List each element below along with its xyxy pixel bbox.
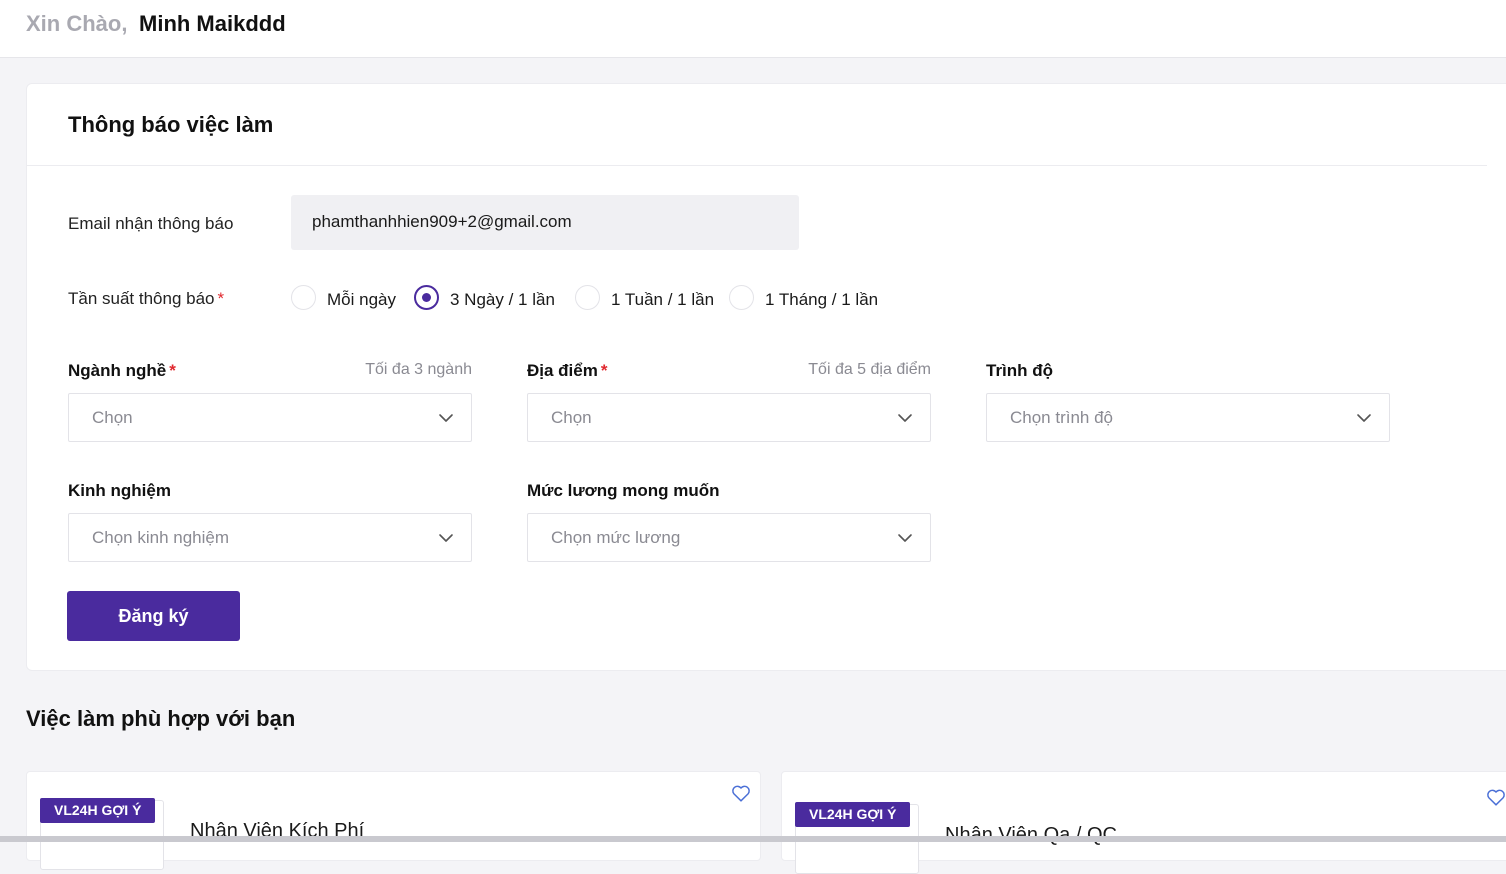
radio-monthly-label[interactable]: 1 Tháng / 1 lần (765, 290, 878, 310)
heart-icon[interactable] (1485, 786, 1506, 808)
industry-label: Ngành nghề * (68, 361, 176, 381)
email-field[interactable]: phamthanhhien909+2@gmail.com (291, 195, 799, 250)
required-mark: * (217, 289, 225, 308)
industry-select[interactable]: Chọn (68, 393, 472, 442)
horizontal-scrollbar[interactable] (0, 836, 1506, 842)
salary-placeholder: Chọn mức lương (551, 528, 681, 547)
job-card[interactable]: VL24H GỢI Ý Nhân Viên Qa / QC (781, 771, 1506, 874)
location-label-text: Địa điểm (527, 361, 598, 380)
location-placeholder: Chọn (551, 408, 592, 427)
user-name: Minh Maikddd (139, 11, 286, 36)
experience-label: Kinh nghiệm (68, 481, 171, 500)
chevron-down-icon (898, 414, 912, 422)
chevron-down-icon (439, 534, 453, 542)
chevron-down-icon (1357, 414, 1371, 422)
heart-icon[interactable] (730, 782, 752, 804)
location-label: Địa điểm * (527, 361, 607, 381)
card-title: Thông báo việc làm (68, 112, 274, 137)
job-alert-card: Thông báo việc làm Email nhận thông báo … (26, 83, 1506, 671)
chevron-down-icon (898, 534, 912, 542)
suggested-jobs-title: Việc làm phù hợp với bạn (26, 706, 296, 731)
frequency-label: Tần suất thông báo * (68, 289, 224, 309)
radio-3-days-label[interactable]: 3 Ngày / 1 lần (450, 290, 555, 310)
education-select[interactable]: Chọn trình độ (986, 393, 1390, 442)
suggested-badge: VL24H GỢI Ý (795, 802, 911, 827)
email-label: Email nhận thông báo (68, 214, 234, 233)
radio-3-days[interactable] (414, 285, 439, 310)
radio-monthly[interactable] (729, 285, 754, 310)
salary-select[interactable]: Chọn mức lương (527, 513, 931, 562)
location-select[interactable]: Chọn (527, 393, 931, 442)
card-divider (27, 165, 1487, 166)
industry-hint: Tối đa 3 ngành (365, 361, 472, 378)
frequency-label-text: Tần suất thông báo (68, 289, 215, 308)
industry-placeholder: Chọn (92, 408, 133, 427)
radio-weekly-label[interactable]: 1 Tuần / 1 lần (611, 290, 714, 310)
chevron-down-icon (439, 414, 453, 422)
job-card[interactable]: VL24H GỢI Ý Nhân Viên Kích Phí (26, 771, 761, 870)
education-placeholder: Chọn trình độ (1010, 408, 1114, 427)
radio-daily-label[interactable]: Mỗi ngày (327, 290, 396, 310)
top-bar: Xin Chào, Minh Maikddd (0, 0, 1506, 58)
location-hint: Tối đa 5 địa điểm (808, 361, 931, 378)
register-button[interactable]: Đăng ký (67, 591, 240, 641)
required-mark: * (169, 361, 176, 380)
email-value: phamthanhhien909+2@gmail.com (312, 212, 572, 231)
suggested-badge: VL24H GỢI Ý (40, 798, 156, 823)
radio-daily[interactable] (291, 285, 316, 310)
experience-select[interactable]: Chọn kinh nghiệm (68, 513, 472, 562)
greeting-text: Xin Chào, (26, 11, 128, 36)
salary-label: Mức lương mong muốn (527, 481, 720, 500)
industry-label-text: Ngành nghề (68, 361, 167, 380)
experience-placeholder: Chọn kinh nghiệm (92, 528, 230, 547)
education-label: Trình độ (986, 361, 1054, 380)
required-mark: * (600, 361, 608, 380)
radio-weekly[interactable] (575, 285, 600, 310)
